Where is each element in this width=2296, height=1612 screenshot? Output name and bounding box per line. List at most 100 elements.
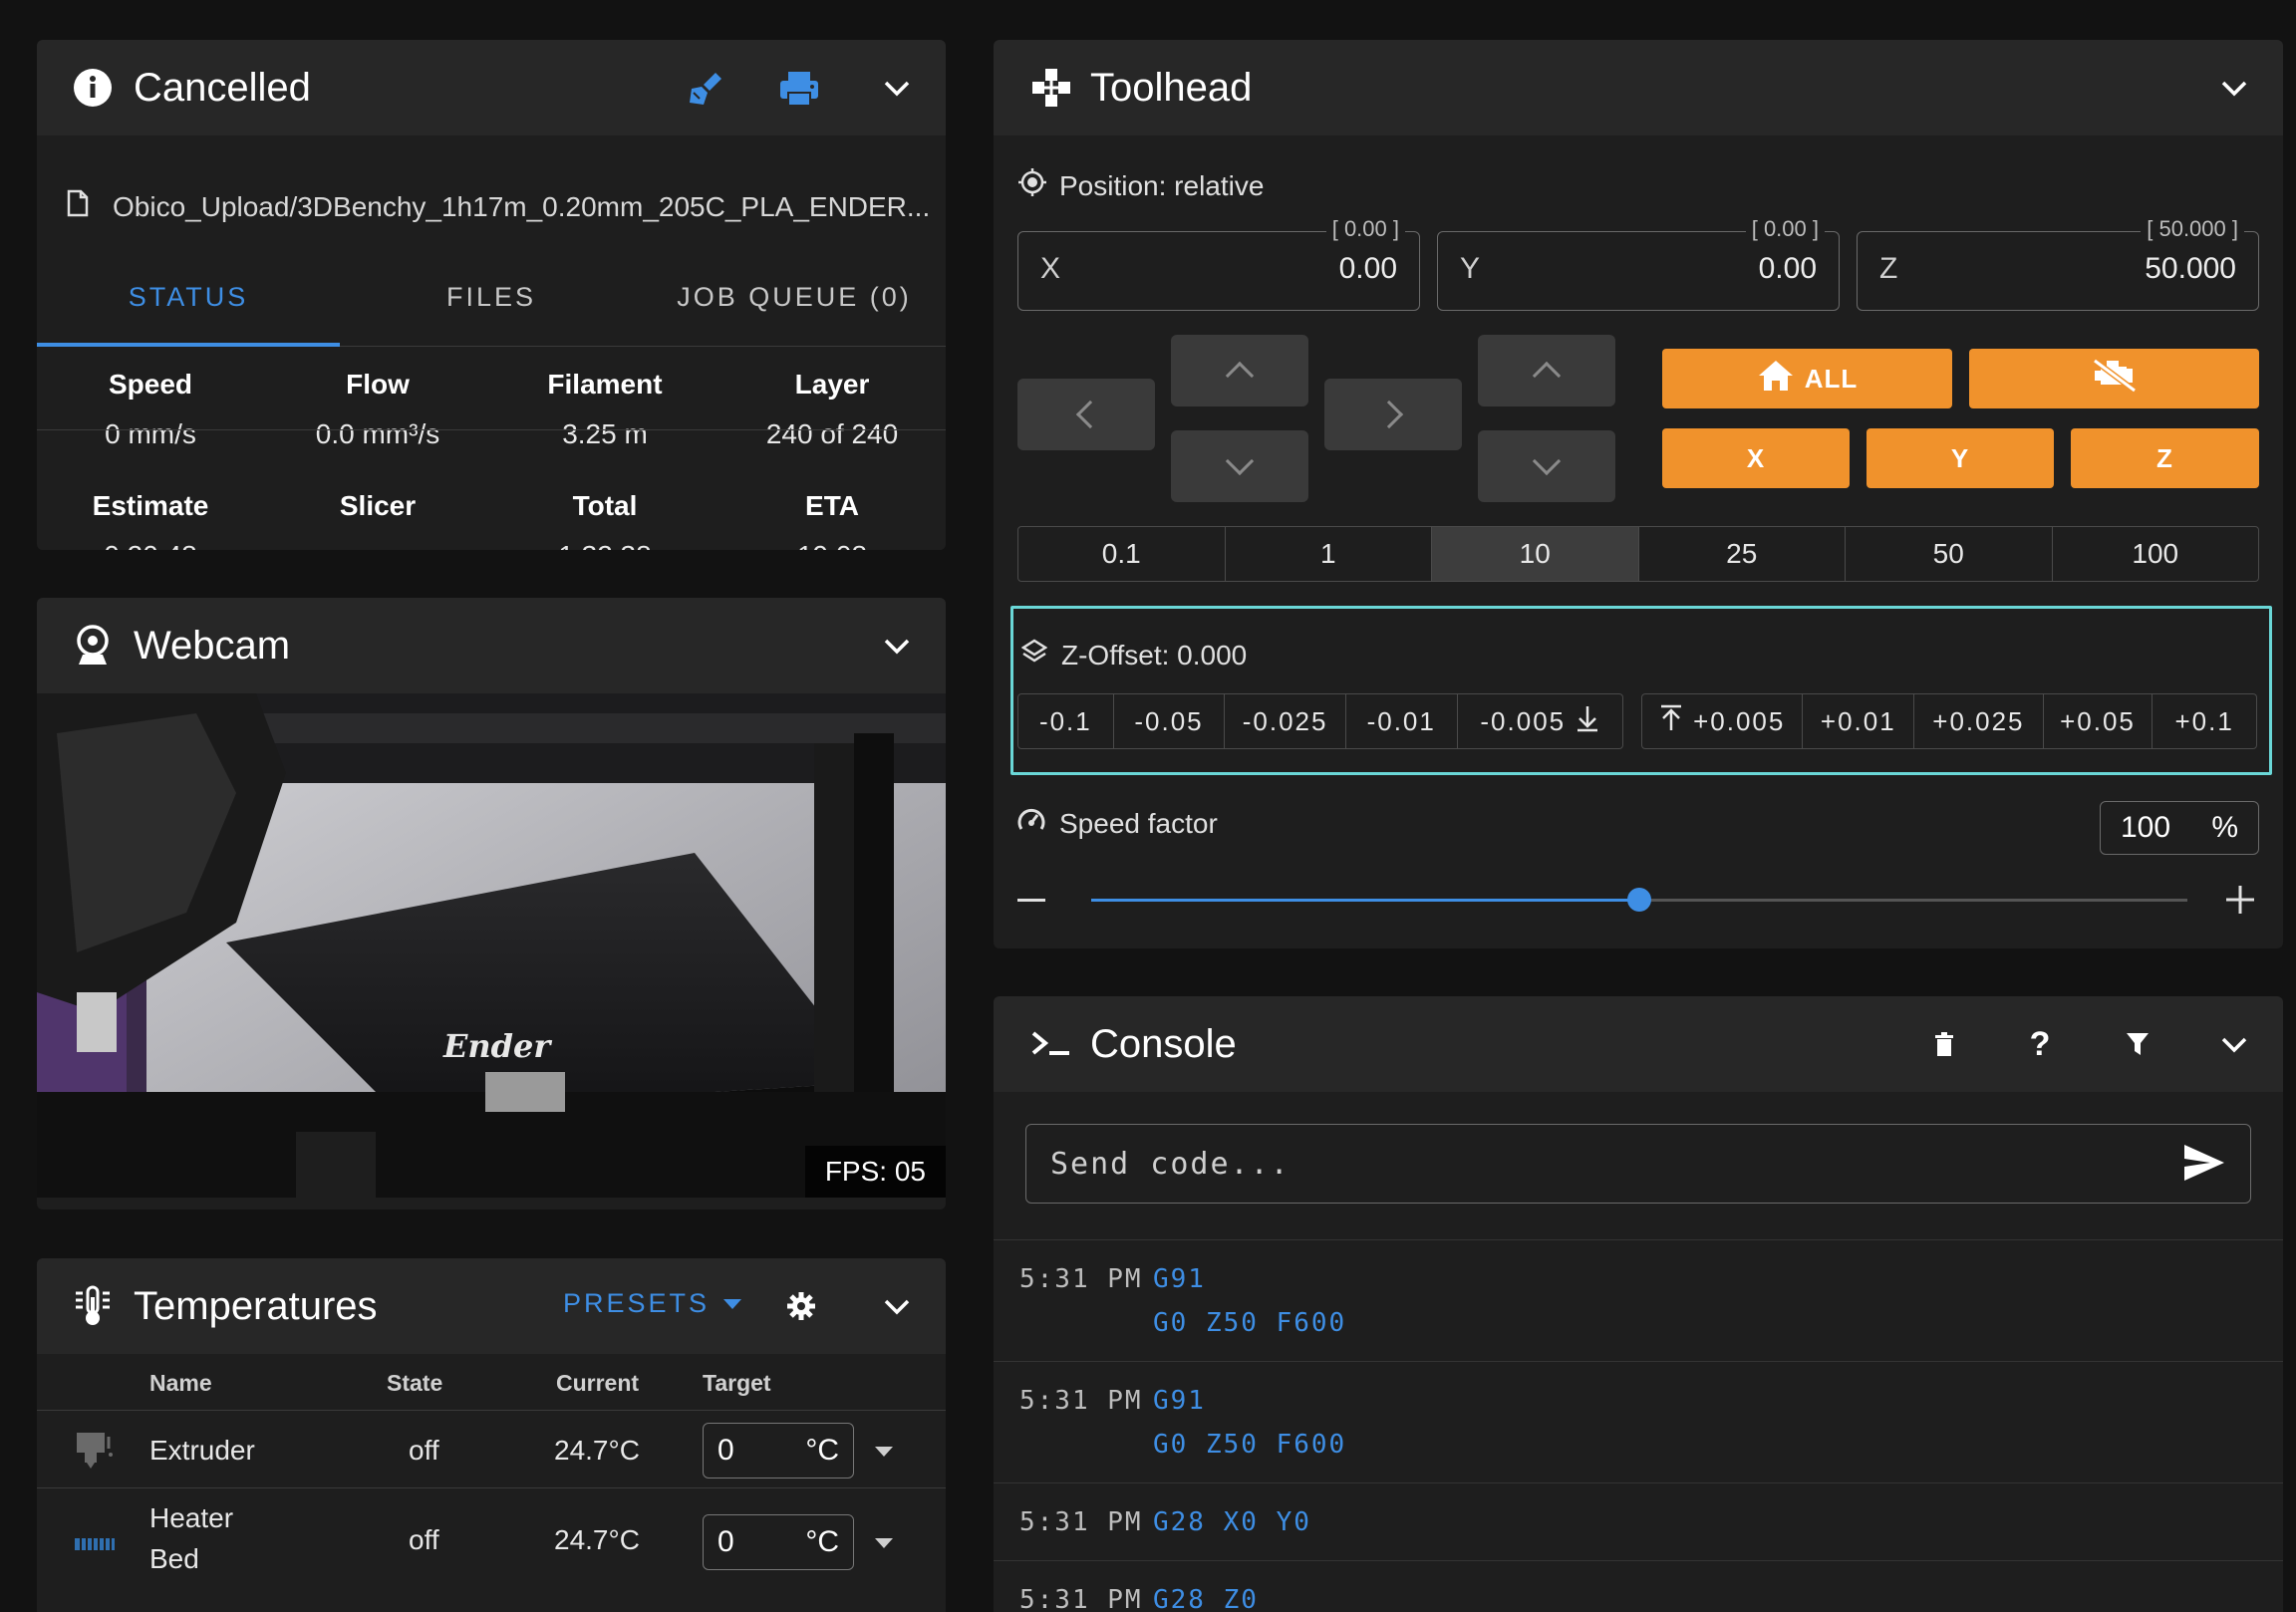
z-offset-plus-0-01-button[interactable]: +0.01 <box>1803 694 1915 748</box>
tab-status[interactable]: STATUS <box>37 249 340 347</box>
speed-factor-label: Speed factor <box>1059 807 1218 839</box>
y-axis-label: Y <box>1460 252 1481 285</box>
speed-factor-input[interactable]: 100 % <box>2100 801 2259 855</box>
step-50-button[interactable]: 50 <box>1846 527 2053 581</box>
send-icon[interactable] <box>2182 1143 2226 1188</box>
engine-off-icon <box>2091 357 2139 402</box>
z-offset-plus-0-025-button[interactable]: +0.025 <box>1914 694 2044 748</box>
chevron-right-icon <box>1374 400 1404 429</box>
z-offset-plus-0-05-button[interactable]: +0.05 <box>2044 694 2153 748</box>
console-entry-line[interactable]: G91 <box>1153 1264 1206 1294</box>
speed-factor-slider[interactable] <box>1091 888 2187 912</box>
step-1-button[interactable]: 1 <box>1226 527 1432 581</box>
heater-bed-target-value: 0 <box>718 1525 734 1558</box>
z-offset-plus-0-005-button[interactable]: +0.005 <box>1642 694 1804 748</box>
crosshair-icon <box>1017 167 1047 204</box>
stat-slicer: Slicer-- <box>339 490 417 550</box>
z-offset-panel: Z-Offset: 0.000 -0.1 -0.05 -0.025 -0.01 … <box>1010 606 2272 775</box>
home-z-button[interactable]: Z <box>2071 428 2259 488</box>
z-offset-minus-0-025-button[interactable]: -0.025 <box>1225 694 1346 748</box>
console-entry-line[interactable]: G0 Z50 F600 <box>1153 1430 1346 1460</box>
file-icon <box>67 189 89 224</box>
console-entry: 5:31 PM G91 G0 Z50 F600 <box>994 1239 2283 1361</box>
stat-total: Total1:32:38 <box>558 490 651 550</box>
x-position-hint: [ 0.00 ] <box>1325 216 1405 242</box>
temperatures-title: Temperatures <box>134 1283 378 1328</box>
extruder-name: Extruder <box>149 1435 255 1466</box>
motors-off-button[interactable] <box>1969 349 2259 408</box>
console-entry: 5:31 PM G91 G0 Z50 F600 <box>994 1361 2283 1482</box>
y-position-value: 0.00 <box>1758 252 1817 285</box>
console-entry: 5:31 PM G28 X0 Y0 <box>994 1482 2283 1560</box>
send-code-field <box>1025 1124 2251 1204</box>
speedometer-icon <box>1017 807 1045 840</box>
console-entry-line[interactable]: G0 Z50 F600 <box>1153 1308 1346 1338</box>
jog-z-minus-button[interactable] <box>1478 430 1615 502</box>
extruder-preset-dropdown-icon[interactable] <box>875 1447 893 1457</box>
jog-y-plus-button[interactable] <box>1171 335 1308 406</box>
help-icon[interactable]: ? <box>2024 1025 2056 1063</box>
stats-divider <box>37 429 946 430</box>
jog-x-minus-button[interactable] <box>1017 379 1155 450</box>
stat-speed: Speed 0 mm/s <box>105 369 196 449</box>
home-all-button[interactable]: ALL <box>1662 349 1952 408</box>
chevron-down-icon[interactable] <box>2219 1030 2249 1060</box>
z-axis-label: Z <box>1879 252 1898 285</box>
speed-slider-fill <box>1091 899 1639 902</box>
status-tabs: STATUS FILES JOB QUEUE (0) <box>37 249 946 347</box>
z-position-field[interactable]: [ 50.000 ] Z 50.000 <box>1857 216 2259 311</box>
tab-files[interactable]: FILES <box>340 249 643 346</box>
send-code-input[interactable] <box>1026 1125 2162 1203</box>
x-position-field[interactable]: [ 0.00 ] X 0.00 <box>1017 216 1420 311</box>
caret-down-icon <box>723 1298 742 1309</box>
x-position-value: 0.00 <box>1338 252 1397 285</box>
chevron-down-icon[interactable] <box>2219 74 2249 104</box>
chevron-down-icon[interactable] <box>882 632 912 662</box>
y-position-field[interactable]: [ 0.00 ] Y 0.00 <box>1437 216 1840 311</box>
heater-bed-icon <box>73 1528 117 1558</box>
home-y-button[interactable]: Y <box>1866 428 2054 488</box>
jog-x-plus-button[interactable] <box>1324 379 1462 450</box>
z-offset-minus-0-1-button[interactable]: -0.1 <box>1018 694 1114 748</box>
trash-icon[interactable] <box>1928 1028 1960 1060</box>
speed-slider-thumb[interactable] <box>1627 888 1651 912</box>
layers-icon <box>1020 639 1048 672</box>
heater-bed-preset-dropdown-icon[interactable] <box>875 1538 893 1548</box>
z-offset-plus-0-1-button[interactable]: +0.1 <box>2152 694 2256 748</box>
step-100-button[interactable]: 100 <box>2053 527 2259 581</box>
plus-icon[interactable] <box>2225 885 2255 915</box>
webcam-stream[interactable]: Ender FPS: 05 <box>37 693 946 1198</box>
printer-icon[interactable] <box>776 66 822 112</box>
extruder-target-input[interactable]: 0 °C <box>703 1423 854 1478</box>
console-entry-line[interactable]: G91 <box>1153 1386 1206 1416</box>
stat-flow: Flow 0.0 mm³/s <box>315 369 440 449</box>
clear-broom-icon[interactable] <box>683 66 728 112</box>
step-0-1-button[interactable]: 0.1 <box>1018 527 1226 581</box>
filter-icon[interactable] <box>2122 1028 2153 1060</box>
console-entry-line[interactable]: G28 X0 Y0 <box>1153 1507 1311 1537</box>
minus-icon[interactable] <box>1017 899 1045 902</box>
presets-button[interactable]: PRESETS <box>563 1288 742 1319</box>
webcam-title: Webcam <box>134 623 291 668</box>
z-offset-minus-0-01-button[interactable]: -0.01 <box>1346 694 1458 748</box>
step-25-button[interactable]: 25 <box>1639 527 1846 581</box>
z-offset-minus-0-05-button[interactable]: -0.05 <box>1114 694 1226 748</box>
status-title: Cancelled <box>134 65 311 110</box>
gear-icon[interactable] <box>785 1290 817 1322</box>
jog-y-minus-button[interactable] <box>1171 430 1308 502</box>
heater-bed-target-input[interactable]: 0 °C <box>703 1514 854 1570</box>
chevron-down-icon[interactable] <box>882 74 912 104</box>
column-name: Name <box>149 1370 212 1396</box>
step-10-button[interactable]: 10 <box>1432 527 1639 581</box>
speed-factor-value: 100 <box>2121 811 2171 844</box>
tab-job-queue[interactable]: JOB QUEUE (0) <box>643 249 946 346</box>
home-x-button[interactable]: X <box>1662 428 1850 488</box>
webcam-image: Ender <box>37 693 946 1198</box>
chevron-down-icon[interactable] <box>882 1292 912 1322</box>
console-entry-line[interactable]: G28 Z0 <box>1153 1585 1259 1612</box>
presets-label: PRESETS <box>563 1288 711 1318</box>
z-offset-minus-0-005-button[interactable]: -0.005 <box>1458 694 1622 748</box>
jog-z-plus-button[interactable] <box>1478 335 1615 406</box>
gamepad-icon <box>1029 66 1073 110</box>
extruder-target-value: 0 <box>718 1434 734 1467</box>
